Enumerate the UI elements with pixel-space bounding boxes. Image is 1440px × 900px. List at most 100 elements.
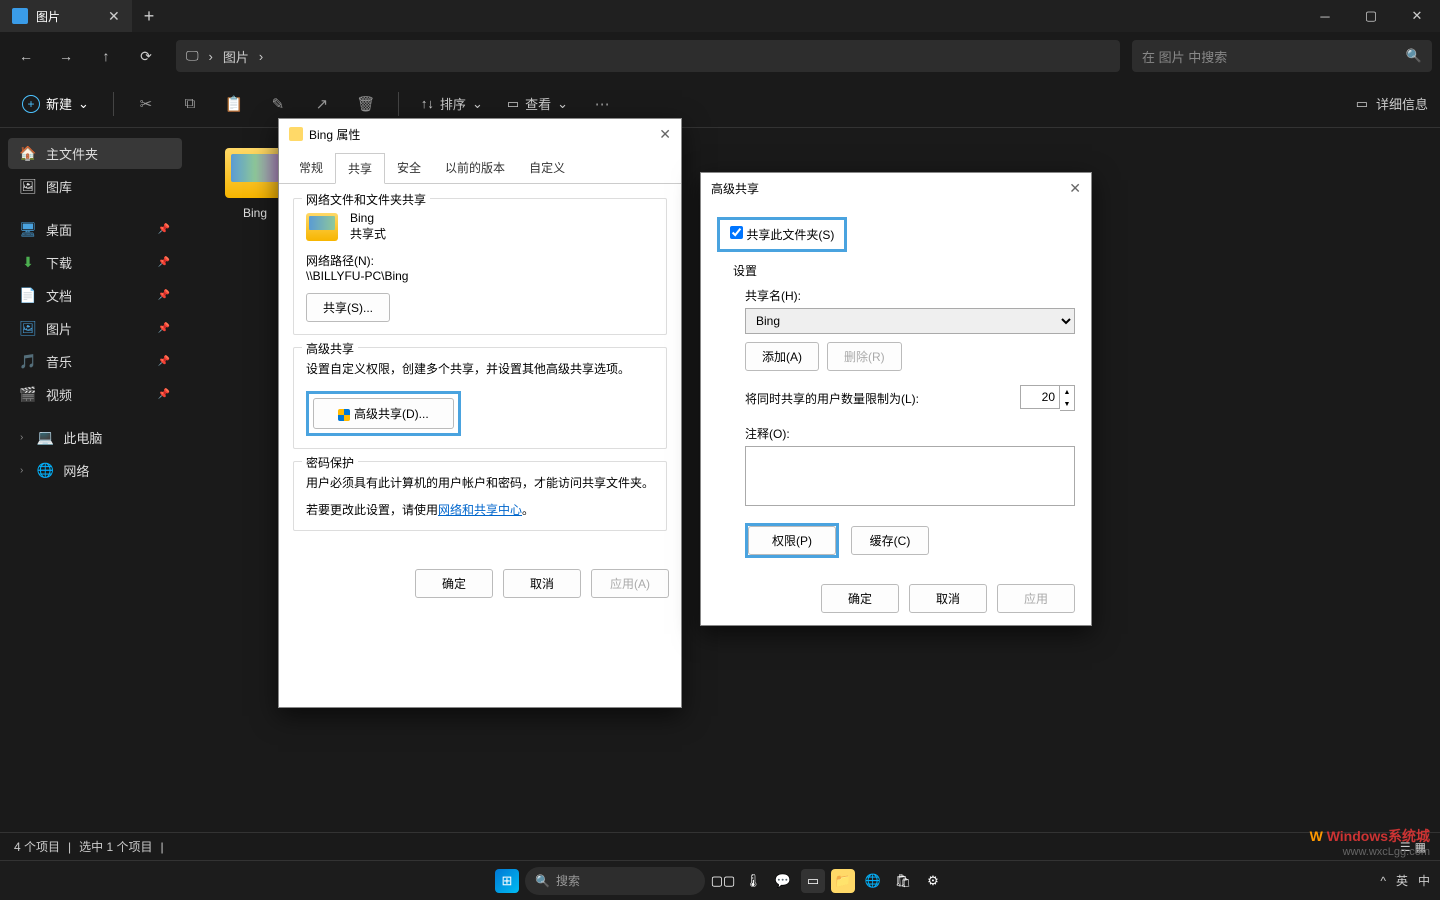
tab-custom[interactable]: 自定义: [517, 153, 577, 183]
more-button[interactable]: ⋯: [584, 86, 620, 122]
chevron-right-icon: ›: [259, 49, 263, 64]
sidebar-item-desktop[interactable]: 🖥桌面📌: [8, 214, 182, 245]
close-icon[interactable]: ✕: [1069, 180, 1081, 197]
sidebar-item-music[interactable]: 🎵音乐📌: [8, 346, 182, 377]
dialog-titlebar[interactable]: 高级共享 ✕: [701, 173, 1091, 203]
cache-button[interactable]: 缓存(C): [851, 526, 929, 555]
paste-button[interactable]: 📋: [216, 86, 252, 122]
dialog-title: 高级共享: [711, 180, 759, 197]
taskbar-explorer[interactable]: 📁: [831, 869, 855, 893]
navbar: ← → ↑ ⟳ 🖵 › 图片 › 在 图片 中搜索 🔍: [0, 32, 1440, 80]
back-button[interactable]: ←: [8, 38, 44, 74]
chevron-down-icon: ⌄: [78, 96, 89, 112]
search-input[interactable]: 在 图片 中搜索 🔍: [1132, 40, 1432, 72]
minimize-button[interactable]: ─: [1302, 0, 1348, 32]
share-button[interactable]: 共享(S)...: [306, 293, 390, 322]
address-bar[interactable]: 🖵 › 图片 ›: [176, 40, 1120, 72]
view-button[interactable]: ▭ 查看 ⌄: [499, 88, 576, 119]
comment-textarea[interactable]: [745, 446, 1075, 506]
music-icon: 🎵: [20, 354, 36, 370]
status-item-count: 4 个项目: [14, 838, 60, 855]
ime-mode[interactable]: 中: [1418, 872, 1430, 889]
network-center-link[interactable]: 网络和共享中心: [438, 503, 522, 517]
breadcrumb-pictures[interactable]: 图片: [223, 47, 249, 66]
up-button[interactable]: ↑: [88, 38, 124, 74]
tab-pictures[interactable]: 图片 ✕: [0, 0, 132, 32]
group-title: 网络文件和文件夹共享: [302, 191, 430, 208]
sidebar-item-home[interactable]: 🏠主文件夹: [8, 138, 182, 169]
watermark: W Windows系统城 www.wxcLgg.com: [1310, 826, 1430, 858]
pin-icon: 📌: [158, 389, 170, 400]
sidebar-item-pictures[interactable]: 🖼图片📌: [8, 313, 182, 344]
chevron-down-icon: ⌄: [472, 96, 483, 112]
sidebar-item-videos[interactable]: 🎬视频📌: [8, 379, 182, 410]
widgets-button[interactable]: 🌡: [741, 869, 765, 893]
new-tab-button[interactable]: +: [132, 6, 167, 27]
cancel-button[interactable]: 取消: [909, 584, 987, 613]
start-button[interactable]: ⊞: [495, 869, 519, 893]
spin-down[interactable]: ▼: [1060, 398, 1074, 410]
share-button[interactable]: ↗: [304, 86, 340, 122]
taskbar-store[interactable]: 🛍: [891, 869, 915, 893]
taskbar-app-1[interactable]: ▭: [801, 869, 825, 893]
close-icon[interactable]: ✕: [659, 126, 671, 143]
cut-button[interactable]: ✂: [128, 86, 164, 122]
teams-button[interactable]: 💬: [771, 869, 795, 893]
maximize-button[interactable]: ▢: [1348, 0, 1394, 32]
tab-sharing[interactable]: 共享: [335, 153, 385, 184]
forward-button[interactable]: →: [48, 38, 84, 74]
sharename-select[interactable]: Bing: [745, 308, 1075, 334]
sidebar-item-gallery[interactable]: 🖼图库: [8, 171, 182, 202]
pin-icon: 📌: [158, 257, 170, 268]
close-tab-icon[interactable]: ✕: [108, 8, 120, 25]
copy-button[interactable]: ⧉: [172, 86, 208, 122]
rename-button[interactable]: ✎: [260, 86, 296, 122]
apply-button[interactable]: 应用: [997, 584, 1075, 613]
dialog-titlebar[interactable]: Bing 属性 ✕: [279, 119, 681, 149]
tab-previous[interactable]: 以前的版本: [433, 153, 517, 183]
task-view-button[interactable]: ▢▢: [711, 869, 735, 893]
apply-button[interactable]: 应用(A): [591, 569, 669, 598]
details-icon: ▭: [1356, 96, 1368, 112]
remove-button[interactable]: 删除(R): [827, 342, 902, 371]
taskbar-edge[interactable]: 🌐: [861, 869, 885, 893]
netpath-value: \\BILLYFU-PC\Bing: [306, 269, 654, 283]
details-toggle[interactable]: ▭ 详细信息: [1356, 94, 1428, 113]
permissions-button[interactable]: 权限(P): [748, 526, 836, 555]
tray-chevron[interactable]: ^: [1380, 874, 1386, 888]
ok-button[interactable]: 确定: [821, 584, 899, 613]
ok-button[interactable]: 确定: [415, 569, 493, 598]
limit-input[interactable]: [1020, 385, 1060, 409]
cancel-button[interactable]: 取消: [503, 569, 581, 598]
add-button[interactable]: 添加(A): [745, 342, 819, 371]
titlebar: 图片 ✕ + ─ ▢ ✕: [0, 0, 1440, 32]
close-button[interactable]: ✕: [1394, 0, 1440, 32]
taskbar-search[interactable]: 🔍搜索: [525, 867, 705, 895]
tab-security[interactable]: 安全: [385, 153, 433, 183]
spin-up[interactable]: ▲: [1060, 386, 1074, 398]
new-button[interactable]: + 新建 ⌄: [12, 88, 99, 119]
sidebar-item-network[interactable]: ›🌐网络: [8, 455, 182, 486]
limit-spinner[interactable]: ▲▼: [1020, 385, 1075, 411]
sort-button[interactable]: ↑↓ 排序 ⌄: [413, 88, 491, 119]
taskbar-settings[interactable]: ⚙: [921, 869, 945, 893]
delete-button[interactable]: 🗑: [348, 86, 384, 122]
checkbox-input[interactable]: [730, 226, 743, 239]
chevron-right-icon: ›: [20, 465, 23, 476]
downloads-icon: ⬇: [20, 255, 36, 271]
share-folder-checkbox[interactable]: 共享此文件夹(S): [730, 228, 834, 242]
ime-lang[interactable]: 英: [1396, 872, 1408, 889]
sidebar-item-thispc[interactable]: ›💻此电脑: [8, 422, 182, 453]
sidebar-item-downloads[interactable]: ⬇下载📌: [8, 247, 182, 278]
folder-icon: [225, 148, 285, 198]
toolbar: + 新建 ⌄ ✂ ⧉ 📋 ✎ ↗ 🗑 ↑↓ 排序 ⌄ ▭ 查看 ⌄ ⋯ ▭ 详细…: [0, 80, 1440, 128]
refresh-button[interactable]: ⟳: [128, 38, 164, 74]
search-icon: 🔍: [1406, 48, 1422, 64]
advanced-share-button[interactable]: 高级共享(D)...: [313, 398, 454, 429]
comment-label: 注释(O):: [745, 425, 1075, 442]
status-selected: 选中 1 个项目: [79, 838, 152, 855]
group-password: 密码保护 用户必须具有此计算机的用户帐户和密码，才能访问共享文件夹。 若要更改此…: [293, 461, 667, 531]
tab-general[interactable]: 常规: [287, 153, 335, 183]
sidebar-item-documents[interactable]: 📄文档📌: [8, 280, 182, 311]
share-status: 共享式: [350, 225, 386, 242]
